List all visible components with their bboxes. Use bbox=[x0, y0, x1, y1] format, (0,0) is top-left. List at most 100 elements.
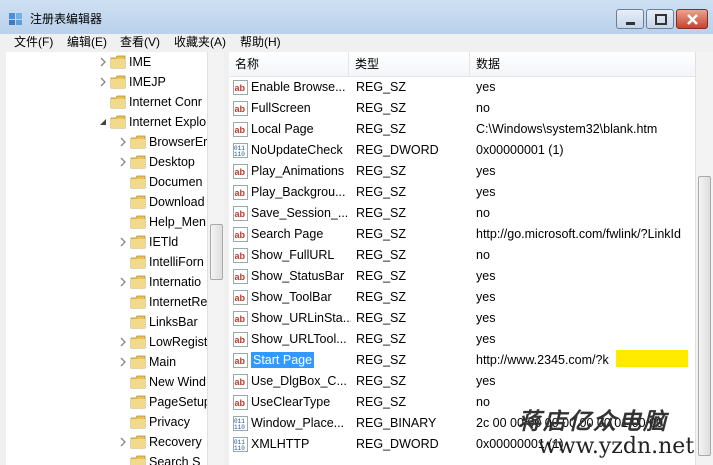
tree-item[interactable]: Internatio bbox=[6, 272, 206, 292]
value-row[interactable]: ab Show_URLinSta... REG_SZ yes bbox=[229, 308, 695, 329]
column-data[interactable]: 数据 bbox=[470, 52, 695, 76]
minimize-button[interactable] bbox=[616, 9, 644, 29]
tree-item[interactable]: IETld bbox=[6, 232, 206, 252]
tree-item[interactable]: BrowserEr bbox=[6, 132, 207, 152]
string-value-icon: ab bbox=[233, 395, 248, 410]
column-name[interactable]: 名称 bbox=[229, 52, 349, 76]
folder-icon bbox=[130, 415, 146, 429]
tree-item-label: Help_Men bbox=[149, 215, 206, 229]
tree-item[interactable]: IME bbox=[6, 52, 206, 72]
tree-item[interactable]: Desktop bbox=[6, 152, 206, 172]
tree-scrollbar[interactable] bbox=[207, 52, 225, 465]
value-row[interactable]: ab Use_DlgBox_C... REG_SZ yes bbox=[229, 371, 695, 392]
value-data: http://go.microsoft.com/fwlink/?LinkId bbox=[476, 227, 681, 241]
menu-view[interactable]: 查看(V) bbox=[120, 35, 160, 50]
value-row[interactable]: ab Show_FullURL REG_SZ no bbox=[229, 245, 695, 266]
string-value-icon: ab bbox=[233, 332, 248, 347]
chevron-right-icon[interactable] bbox=[98, 77, 108, 87]
tree-item[interactable]: Help_Men bbox=[6, 212, 206, 232]
tree-item-label: Main bbox=[149, 352, 177, 372]
value-row[interactable]: ab Show_ToolBar REG_SZ yes bbox=[229, 287, 695, 308]
value-type: REG_SZ bbox=[356, 122, 407, 136]
string-value-icon: ab bbox=[233, 185, 248, 200]
tree-item[interactable]: Internet Conr bbox=[6, 92, 206, 112]
value-type: REG_SZ bbox=[356, 290, 407, 304]
value-name: Save_Session_... bbox=[251, 206, 349, 220]
value-row[interactable]: ab UseClearType REG_SZ no bbox=[229, 392, 695, 413]
tree-item[interactable]: IntelliForn bbox=[6, 252, 206, 272]
maximize-button[interactable] bbox=[646, 9, 674, 29]
menu-favorites[interactable]: 收藏夹(A) bbox=[174, 35, 226, 50]
tree-item[interactable]: LowRegist bbox=[6, 332, 207, 352]
value-name: Show_URLTool... bbox=[251, 332, 347, 346]
svg-text:ab: ab bbox=[235, 209, 246, 219]
menu-file[interactable]: 文件(F) bbox=[14, 35, 53, 50]
tree-item-label: New Wind bbox=[149, 375, 206, 389]
chevron-right-icon[interactable] bbox=[118, 357, 128, 367]
string-value-icon: ab bbox=[233, 269, 248, 284]
tree-item-label: Search S bbox=[149, 455, 201, 465]
tree-item[interactable]: PageSetup bbox=[6, 392, 211, 412]
svg-text:110: 110 bbox=[234, 445, 245, 452]
chevron-right-icon[interactable] bbox=[118, 437, 128, 447]
menu-help[interactable]: 帮助(H) bbox=[240, 35, 281, 50]
string-value-icon: ab bbox=[233, 101, 248, 116]
tree-scroll-thumb[interactable] bbox=[210, 224, 223, 280]
value-row[interactable]: ab Save_Session_... REG_SZ no bbox=[229, 203, 695, 224]
tree-item-label: Desktop bbox=[149, 155, 195, 169]
tree-item[interactable]: New Wind bbox=[6, 372, 206, 392]
value-row[interactable]: 011 110 XMLHTTP REG_DWORD 0x00000001 (1) bbox=[229, 434, 695, 455]
value-row[interactable]: 011 110 NoUpdateCheck REG_DWORD 0x00000001 (… bbox=[229, 140, 695, 161]
value-row[interactable]: ab Enable Browse... REG_SZ yes bbox=[229, 77, 695, 98]
value-row[interactable]: 011 110 Window_Place... REG_BINARY 2c 00 00 … bbox=[229, 413, 695, 434]
folder-icon bbox=[130, 355, 146, 369]
tree-item[interactable]: Recovery bbox=[6, 432, 206, 452]
value-row[interactable]: ab Play_Animations REG_SZ yes bbox=[229, 161, 695, 182]
tree-item[interactable]: Documen bbox=[6, 172, 206, 192]
values-scroll-thumb[interactable] bbox=[698, 176, 711, 456]
values-list[interactable]: 名称 类型 数据 ab Enable Browse... REG_SZ yes ab Fu… bbox=[229, 52, 695, 465]
value-row[interactable]: ab Show_URLTool... REG_SZ yes bbox=[229, 329, 695, 350]
chevron-down-icon[interactable] bbox=[98, 117, 108, 127]
chevron-right-icon[interactable] bbox=[118, 277, 128, 287]
chevron-right-icon[interactable] bbox=[118, 157, 128, 167]
value-name: Start Page bbox=[251, 352, 315, 368]
chevron-right-icon[interactable] bbox=[118, 237, 128, 247]
svg-text:ab: ab bbox=[235, 230, 246, 240]
tree-item[interactable]: Internet Explo bbox=[6, 112, 206, 132]
value-row[interactable]: ab Play_Backgrou... REG_SZ yes bbox=[229, 182, 695, 203]
folder-icon bbox=[130, 455, 146, 465]
svg-text:ab: ab bbox=[235, 83, 246, 93]
menu-edit[interactable]: 编辑(E) bbox=[67, 35, 107, 50]
tree-item[interactable]: Download bbox=[6, 192, 206, 212]
value-row[interactable]: ab Show_StatusBar REG_SZ yes bbox=[229, 266, 695, 287]
column-type[interactable]: 类型 bbox=[349, 52, 470, 76]
close-button[interactable] bbox=[676, 9, 708, 29]
folder-icon bbox=[110, 115, 126, 129]
string-value-icon: ab bbox=[233, 227, 248, 242]
string-value-icon: ab bbox=[233, 164, 248, 179]
chevron-right-icon[interactable] bbox=[118, 137, 128, 147]
value-data: 0x00000001 (1) bbox=[476, 437, 564, 451]
key-tree[interactable]: IME IMEJP Internet Conr Internet Explo Brows… bbox=[6, 52, 225, 465]
tree-item[interactable]: Search S bbox=[6, 452, 206, 465]
svg-text:ab: ab bbox=[235, 356, 246, 366]
value-row[interactable]: ab FullScreen REG_SZ no bbox=[229, 98, 695, 119]
title-bar: 注册表编辑器 bbox=[0, 0, 713, 35]
value-row[interactable]: ab Search Page REG_SZ http://go.microsoft.c… bbox=[229, 224, 695, 245]
tree-item[interactable]: LinksBar bbox=[6, 312, 206, 332]
chevron-right-icon[interactable] bbox=[98, 57, 108, 67]
tree-item[interactable]: InternetRe bbox=[6, 292, 207, 312]
string-value-icon: ab bbox=[233, 311, 248, 326]
value-name: Show_ToolBar bbox=[251, 290, 332, 304]
tree-item[interactable]: Privacy bbox=[6, 412, 206, 432]
value-data: no bbox=[476, 101, 490, 115]
string-value-icon: ab bbox=[233, 206, 248, 221]
chevron-right-icon[interactable] bbox=[118, 337, 128, 347]
tree-item[interactable]: Main bbox=[6, 352, 206, 372]
folder-icon bbox=[130, 235, 146, 249]
values-scrollbar[interactable] bbox=[695, 52, 713, 465]
svg-text:ab: ab bbox=[235, 293, 246, 303]
value-row[interactable]: ab Local Page REG_SZ C:\Windows\system32\bl… bbox=[229, 119, 695, 140]
tree-item[interactable]: IMEJP bbox=[6, 72, 206, 92]
